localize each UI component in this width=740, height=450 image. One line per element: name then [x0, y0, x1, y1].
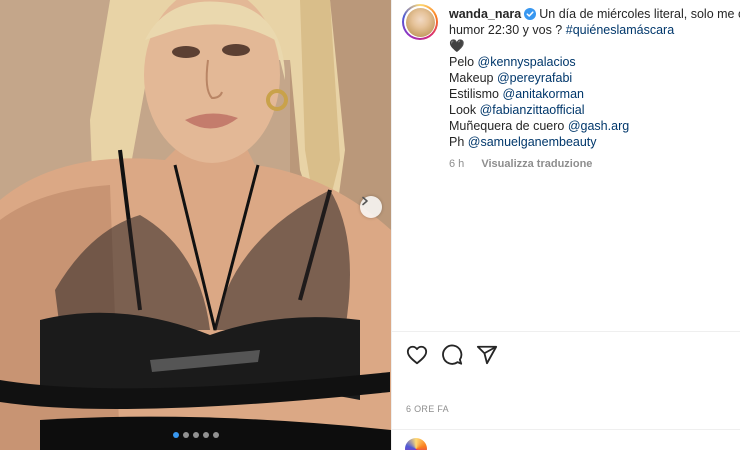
comment-time: 6 h	[449, 158, 465, 170]
photo-illustration	[0, 0, 391, 450]
carousel-dot	[182, 432, 189, 438]
comment-bubble-icon	[442, 344, 463, 365]
verified-badge-icon	[524, 8, 537, 20]
caption-line: humor 22:30 y vos ?	[449, 23, 563, 37]
heart-outline-icon	[406, 345, 428, 365]
caption-line: Un día de miércoles literal, solo me ca	[539, 7, 740, 21]
carousel-indicator	[0, 432, 391, 438]
comment-button[interactable]	[441, 344, 463, 366]
mention-link[interactable]: @fabianzittaofficial	[480, 103, 585, 117]
post-details-panel: wanda_nara Un día de miércoles literal, s…	[391, 0, 740, 450]
carousel-dot	[192, 432, 199, 438]
caption-meta: 6 h Visualizza traduzione	[449, 156, 740, 172]
paper-plane-icon	[476, 345, 498, 365]
carousel-dot	[202, 432, 209, 438]
share-button[interactable]	[476, 344, 498, 366]
author-username[interactable]: wanda_nara	[449, 7, 521, 21]
author-avatar[interactable]	[402, 4, 438, 40]
post-actions	[406, 344, 498, 366]
heart-emoji: 🖤	[449, 39, 465, 53]
post-timestamp[interactable]: 6 ORE FA	[406, 404, 449, 414]
mention-link[interactable]: @kennyspalacios	[478, 55, 576, 69]
caption-text: wanda_nara Un día de miércoles literal, s…	[449, 6, 740, 172]
credit-line: Makeup @pereyrafabi	[449, 71, 573, 85]
credit-line: Pelo @kennyspalacios	[449, 55, 576, 69]
credit-line: Ph @samuelganembeauty	[449, 135, 597, 149]
divider	[392, 429, 740, 430]
current-user-avatar	[405, 438, 427, 450]
carousel-dot	[172, 432, 179, 438]
mention-link[interactable]: @pereyrafabi	[497, 71, 572, 85]
carousel-dot	[212, 432, 219, 438]
mention-link[interactable]: @anitakorman	[503, 87, 584, 101]
post-photo[interactable]	[0, 0, 391, 450]
divider	[392, 331, 740, 332]
see-translation-button[interactable]: Visualizza traduzione	[481, 158, 592, 170]
like-button[interactable]	[406, 344, 428, 366]
credit-line: Muñequera de cuero @gash.arg	[449, 119, 630, 133]
chevron-right-icon	[362, 196, 368, 206]
hashtag-link[interactable]: #quiéneslamáscara	[566, 23, 674, 37]
credit-line: Look @fabianzittaofficial	[449, 103, 585, 117]
mention-link[interactable]: @samuelganembeauty	[468, 135, 597, 149]
mention-link[interactable]: @gash.arg	[568, 119, 629, 133]
next-slide-button[interactable]	[360, 196, 382, 218]
credit-line: Estilismo @anitakorman	[449, 87, 584, 101]
